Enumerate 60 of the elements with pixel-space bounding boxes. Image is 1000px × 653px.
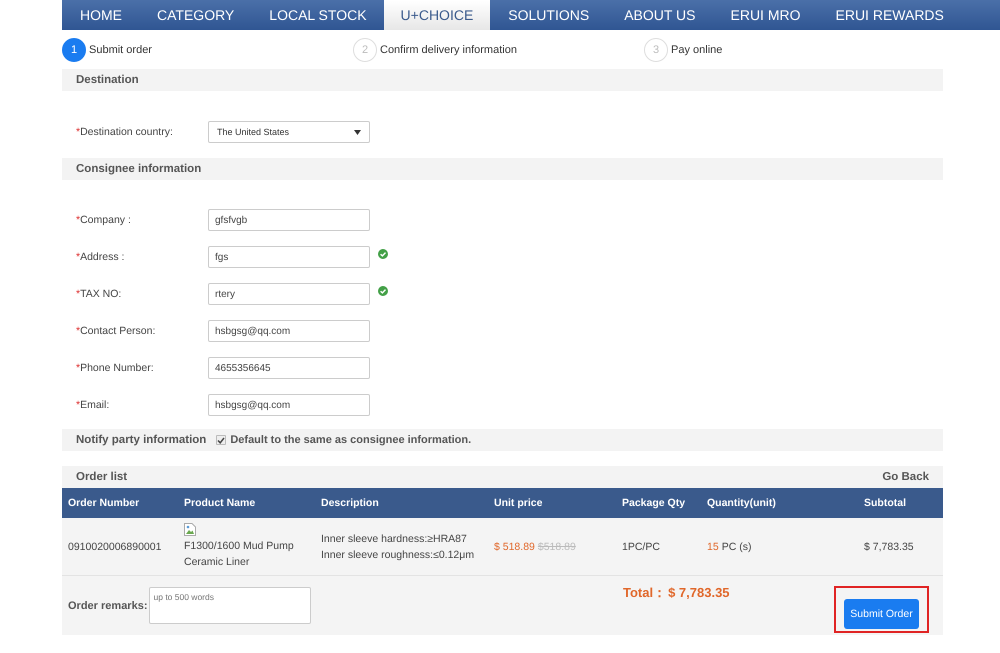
- remarks-label: Order remarks:: [68, 600, 148, 612]
- checkmark-icon: [217, 436, 226, 444]
- input-field[interactable]: rtery: [208, 283, 370, 305]
- step-label: Confirm delivery information: [380, 44, 517, 56]
- section-title: Consignee information: [76, 163, 202, 175]
- input-field[interactable]: fgs: [208, 246, 370, 268]
- checkbox[interactable]: [216, 435, 226, 445]
- column-header: Unit price: [494, 497, 544, 509]
- step-number: 3: [644, 38, 668, 62]
- field-label: *Contact Person:: [76, 325, 156, 337]
- section-title: Notify party information: [76, 434, 206, 446]
- column-header: Subtotal: [864, 497, 907, 509]
- nav-tab[interactable]: SOLUTIONS: [490, 0, 606, 30]
- input-field[interactable]: hsbgsg@qq.com: [208, 320, 370, 342]
- quantity: 15: [707, 540, 719, 552]
- field-label: *TAX NO:: [76, 288, 122, 300]
- input-field[interactable]: 4655356645: [208, 357, 370, 379]
- total-amount: $ 7,783.35: [668, 585, 730, 600]
- nav-tab[interactable]: ERUI MRO: [712, 0, 818, 30]
- column-header: Quantity(unit): [707, 497, 777, 509]
- step-number: 2: [353, 38, 377, 62]
- input-field[interactable]: hsbgsg@qq.com: [208, 394, 370, 416]
- step-number: 1: [62, 38, 86, 62]
- submit-order-button[interactable]: Submit Order: [844, 599, 919, 629]
- column-header: Package Qty: [622, 497, 686, 509]
- field-label: *Company :: [76, 214, 132, 226]
- remarks-field[interactable]: up to 500 words: [148, 587, 310, 624]
- table-cell-text: 0910020006890001: [67, 540, 162, 552]
- nav-tab[interactable]: ABOUT US: [606, 0, 712, 30]
- section-title: Destination: [76, 74, 139, 86]
- original-price: $518.89: [538, 540, 576, 552]
- product-name: F1300/1600 Mud Pump Ceramic Liner: [184, 539, 295, 570]
- step-label: Submit order: [89, 44, 152, 56]
- checkbox-label: Default to the same as consignee information.: [230, 434, 472, 446]
- nav-tab[interactable]: ERUI REWARDS: [818, 0, 961, 30]
- column-header: Product Name: [184, 497, 256, 509]
- table-cell-text: $ 7,783.35: [864, 540, 915, 552]
- field-label: *Email:: [76, 399, 110, 411]
- nav-tab[interactable]: U+CHOICE: [384, 0, 490, 30]
- broken-image-icon: [184, 523, 196, 536]
- description-line: Inner sleeve roughness:≤0.12μm: [321, 548, 474, 562]
- country-select[interactable]: The United States: [208, 121, 370, 143]
- caret-icon: [354, 130, 361, 134]
- field-label: *Address :: [76, 251, 126, 263]
- step-label: Pay online: [671, 44, 722, 56]
- go-back-link[interactable]: Go Back: [882, 471, 929, 483]
- column-header: Description: [321, 497, 380, 509]
- nav-tab[interactable]: LOCAL STOCK: [251, 0, 384, 30]
- total-label: Total：: [623, 585, 666, 600]
- section-title: Order list: [76, 471, 128, 483]
- field-label: *Phone Number:: [76, 362, 155, 374]
- column-header: Order Number: [67, 497, 140, 509]
- input-field[interactable]: gfsfvgb: [208, 209, 370, 231]
- field-label: *Destination country:: [76, 126, 174, 138]
- unit-price: $ 518.89: [494, 540, 535, 552]
- nav-tab[interactable]: CATEGORY: [139, 0, 252, 30]
- table-cell-text: 1PC/PC: [622, 540, 661, 552]
- description-line: Inner sleeve hardness:≥HRA87: [321, 532, 467, 546]
- nav-tab[interactable]: HOME: [62, 0, 139, 30]
- quantity-unit: PC (s): [722, 540, 752, 552]
